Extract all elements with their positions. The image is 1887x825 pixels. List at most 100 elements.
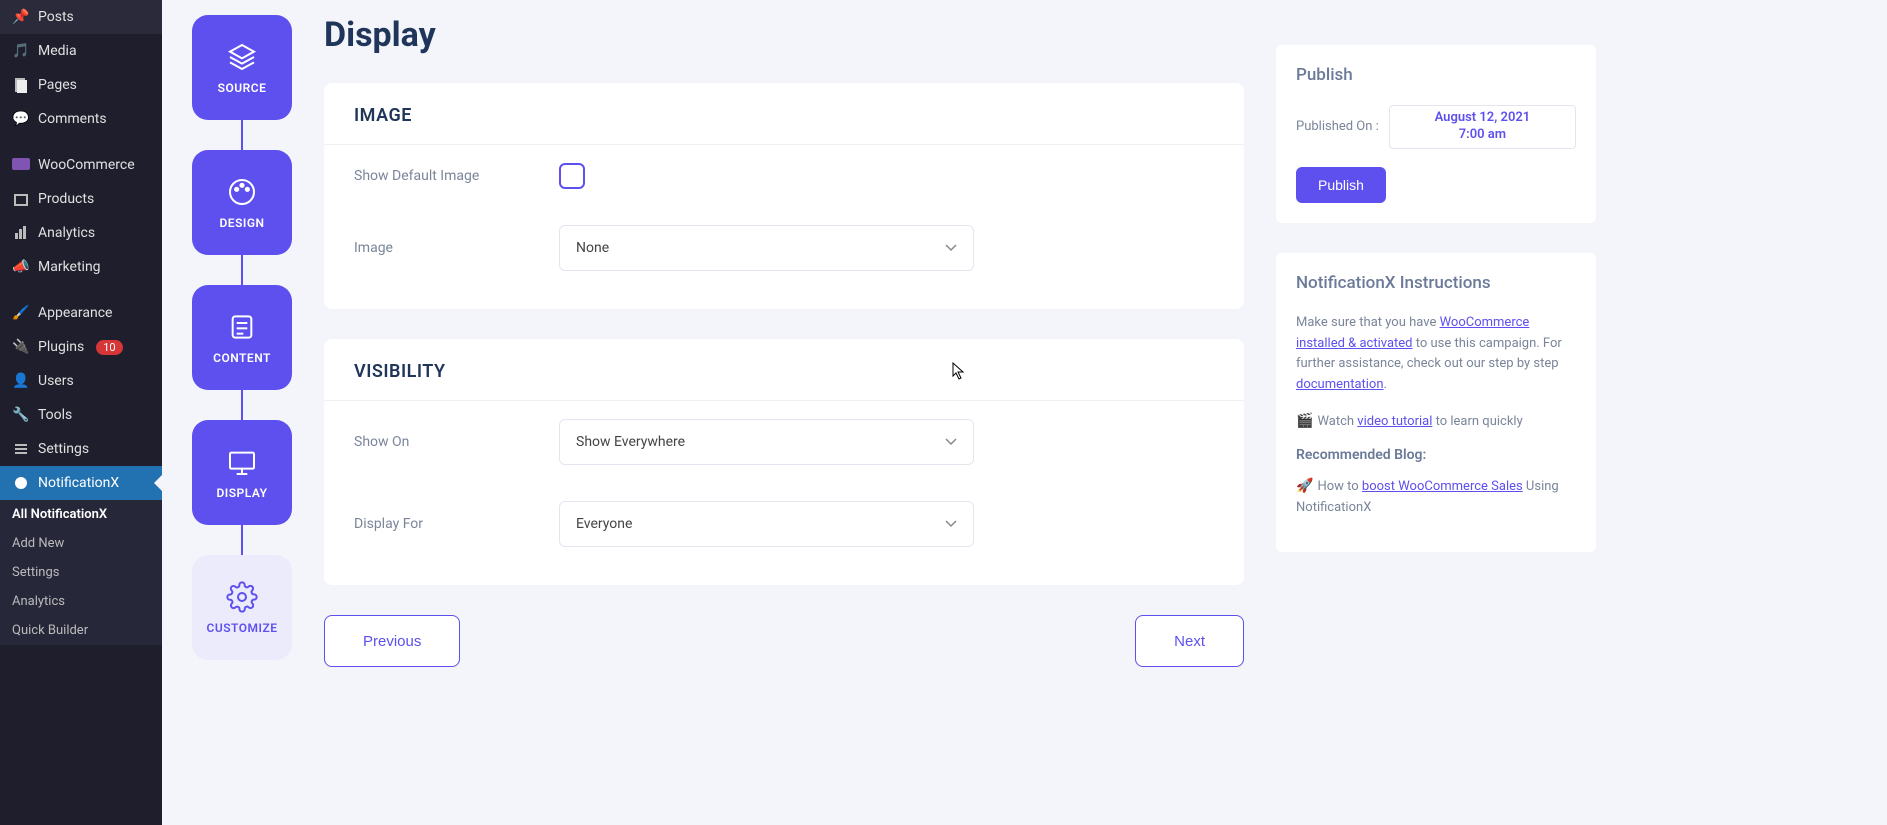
menu-users-label: Users — [38, 373, 74, 389]
visibility-card-header: VISIBILITY — [324, 339, 1244, 401]
notificationx-submenu: All NotificationX Add New Settings Analy… — [0, 500, 162, 645]
show-on-row: Show On Show Everywhere — [324, 401, 1244, 483]
display-for-select[interactable]: Everyone — [559, 501, 974, 547]
comment-icon: 💬 — [12, 110, 30, 128]
menu-comments-label: Comments — [38, 111, 107, 127]
menu-users[interactable]: 👤 Users — [0, 364, 162, 398]
menu-tools[interactable]: 🔧Tools — [0, 398, 162, 432]
menu-settings[interactable]: Settings — [0, 432, 162, 466]
submenu-analytics[interactable]: Analytics — [0, 587, 162, 616]
step-display[interactable]: DISPLAY — [192, 420, 292, 525]
menu-tools-label: Tools — [38, 407, 72, 423]
plugin-icon: 🔌 — [12, 338, 30, 356]
marketing-icon: 📣 — [12, 258, 30, 276]
step-source-label: SOURCE — [218, 81, 267, 95]
menu-comments[interactable]: 💬 Comments — [0, 102, 162, 136]
display-for-value: Everyone — [576, 516, 632, 532]
instructions-text-1: Make sure that you have WooCommerce inst… — [1296, 313, 1576, 396]
video-tutorial-link[interactable]: video tutorial — [1357, 414, 1432, 429]
menu-plugins-label: Plugins — [38, 339, 84, 355]
step-connector — [241, 525, 243, 555]
palette-icon — [226, 176, 258, 208]
sliders-icon — [12, 440, 30, 458]
submenu-settings[interactable]: Settings — [0, 558, 162, 587]
wizard-steps: SOURCE DESIGN CONTENT DISPLAY CUSTOMIZE — [192, 15, 292, 825]
menu-posts[interactable]: 📌Posts — [0, 0, 162, 34]
menu-pages-label: Pages — [38, 77, 77, 93]
step-design[interactable]: DESIGN — [192, 150, 292, 255]
chevron-down-icon — [945, 438, 957, 446]
publish-panel: Publish Published On : August 12, 2021 7… — [1276, 45, 1596, 223]
products-icon — [12, 190, 30, 208]
image-select[interactable]: None — [559, 225, 974, 271]
show-on-select[interactable]: Show Everywhere — [559, 419, 974, 465]
analytics-icon — [12, 224, 30, 242]
layers-icon — [226, 41, 258, 73]
video-icon: 🎬 — [1296, 413, 1313, 429]
menu-appearance-label: Appearance — [38, 305, 112, 321]
media-icon: 🎵 — [12, 42, 30, 60]
step-design-label: DESIGN — [219, 216, 264, 230]
menu-marketing-label: Marketing — [38, 259, 101, 275]
menu-pages[interactable]: Pages — [0, 68, 162, 102]
gear-icon — [226, 581, 258, 613]
step-connector — [241, 390, 243, 420]
documentation-link[interactable]: documentation — [1296, 377, 1384, 392]
step-connector — [241, 120, 243, 150]
published-on-label: Published On : — [1296, 119, 1379, 134]
step-customize[interactable]: CUSTOMIZE — [192, 555, 292, 660]
content-column: Display IMAGE Show Default Image Image N… — [324, 15, 1244, 825]
boost-sales-link[interactable]: boost WooCommerce Sales — [1362, 479, 1523, 494]
menu-notificationx[interactable]: NotificationX — [0, 466, 162, 500]
show-default-image-row: Show Default Image — [324, 145, 1244, 207]
pin-icon: 📌 — [12, 8, 30, 26]
recommended-blog-heading: Recommended Blog: — [1296, 447, 1576, 463]
instructions-heading: NotificationX Instructions — [1296, 273, 1576, 293]
plugins-badge: 10 — [96, 340, 122, 355]
show-default-image-checkbox[interactable] — [559, 163, 585, 189]
notificationx-icon — [12, 474, 30, 492]
visibility-card: VISIBILITY Show On Show Everywhere Displ… — [324, 339, 1244, 585]
show-on-label: Show On — [354, 434, 539, 450]
menu-products-label: Products — [38, 191, 94, 207]
image-heading: IMAGE — [354, 105, 1214, 126]
image-card-header: IMAGE — [324, 83, 1244, 145]
menu-analytics-label: Analytics — [38, 225, 95, 241]
menu-appearance[interactable]: 🖌️Appearance — [0, 296, 162, 330]
submenu-add[interactable]: Add New — [0, 529, 162, 558]
step-content-label: CONTENT — [213, 351, 271, 365]
step-customize-label: CUSTOMIZE — [206, 621, 277, 635]
menu-plugins[interactable]: 🔌 Plugins 10 — [0, 330, 162, 364]
submenu-all[interactable]: All NotificationX — [0, 500, 162, 529]
side-panels: Publish Published On : August 12, 2021 7… — [1276, 15, 1596, 825]
user-icon: 👤 — [12, 372, 30, 390]
chevron-down-icon — [945, 520, 957, 528]
chevron-down-icon — [945, 244, 957, 252]
menu-analytics[interactable]: Analytics — [0, 216, 162, 250]
published-date-time: 7:00 am — [1404, 127, 1561, 144]
menu-settings-label: Settings — [38, 441, 89, 457]
wp-admin-sidebar: 📌Posts 🎵Media Pages 💬 Comments WooCommerc… — [0, 0, 162, 825]
published-date[interactable]: August 12, 2021 7:00 am — [1389, 105, 1576, 149]
menu-products[interactable]: Products — [0, 182, 162, 216]
submenu-quickbuilder[interactable]: Quick Builder — [0, 616, 162, 645]
publish-button[interactable]: Publish — [1296, 167, 1386, 203]
document-icon — [226, 311, 258, 343]
menu-woocommerce-label: WooCommerce — [38, 157, 135, 173]
visibility-heading: VISIBILITY — [354, 361, 1214, 382]
next-button[interactable]: Next — [1135, 615, 1244, 667]
instructions-text-3: 🚀How to boost WooCommerce Sales Using No… — [1296, 475, 1576, 519]
instructions-panel: NotificationX Instructions Make sure tha… — [1276, 253, 1596, 553]
previous-button[interactable]: Previous — [324, 615, 460, 667]
display-for-label: Display For — [354, 516, 539, 532]
menu-marketing[interactable]: 📣 Marketing — [0, 250, 162, 284]
page-title: Display — [324, 15, 1244, 55]
menu-woocommerce[interactable]: WooCommerce — [0, 148, 162, 182]
woo-icon — [12, 156, 30, 174]
show-on-value: Show Everywhere — [576, 434, 685, 450]
published-on-row: Published On : August 12, 2021 7:00 am — [1296, 105, 1576, 149]
step-source[interactable]: SOURCE — [192, 15, 292, 120]
step-content[interactable]: CONTENT — [192, 285, 292, 390]
menu-media[interactable]: 🎵Media — [0, 34, 162, 68]
monitor-icon — [226, 446, 258, 478]
